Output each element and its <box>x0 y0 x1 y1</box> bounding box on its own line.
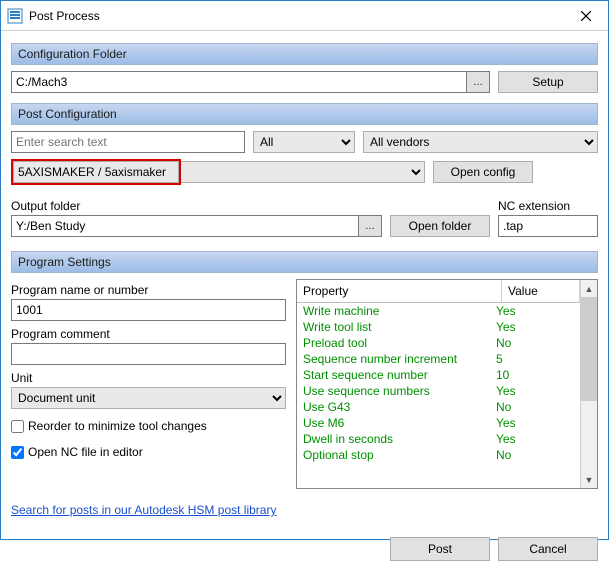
section-config-folder: Configuration Folder <box>11 43 598 65</box>
app-icon <box>7 8 23 24</box>
dialog-footer: Post Cancel <box>1 527 608 571</box>
property-value: 10 <box>496 368 574 382</box>
open-nc-label: Open NC file in editor <box>28 445 143 459</box>
property-name: Preload tool <box>303 336 496 350</box>
program-name-input[interactable] <box>11 299 286 321</box>
window-title: Post Process <box>29 9 564 23</box>
property-row[interactable]: Write tool listYes <box>297 319 580 335</box>
property-name: Use M6 <box>303 416 496 430</box>
properties-header: Property Value <box>297 280 580 303</box>
search-input[interactable] <box>11 131 245 153</box>
post-selected-text: 5AXISMAKER / 5axismaker <box>18 165 166 179</box>
open-nc-checkbox[interactable] <box>11 446 24 459</box>
cancel-button[interactable]: Cancel <box>498 537 598 561</box>
program-name-label: Program name or number <box>11 283 286 297</box>
property-row[interactable]: Optional stopNo <box>297 447 580 463</box>
library-search-link[interactable]: Search for posts in our Autodesk HSM pos… <box>11 495 276 517</box>
nc-ext-input[interactable] <box>498 215 598 237</box>
post-select[interactable] <box>181 161 425 183</box>
filter-all-select[interactable]: All <box>253 131 355 153</box>
highlight-box: 5AXISMAKER / 5axismaker <box>11 159 181 185</box>
property-value: No <box>496 400 574 414</box>
titlebar: Post Process <box>1 1 608 31</box>
scroll-thumb[interactable] <box>581 297 597 401</box>
unit-select[interactable]: Document unit <box>11 387 286 409</box>
close-button[interactable] <box>564 1 608 31</box>
property-row[interactable]: Sequence number increment5 <box>297 351 580 367</box>
output-folder-browse-button[interactable]: … <box>358 215 382 237</box>
property-value: Yes <box>496 384 574 398</box>
property-value: Yes <box>496 432 574 446</box>
post-button[interactable]: Post <box>390 537 490 561</box>
property-name: Dwell in seconds <box>303 432 496 446</box>
section-program-settings: Program Settings <box>11 251 598 273</box>
property-value: Yes <box>496 304 574 318</box>
unit-label: Unit <box>11 371 286 385</box>
scroll-down-icon[interactable]: ▼ <box>581 471 597 488</box>
property-row[interactable]: Dwell in secondsYes <box>297 431 580 447</box>
property-value: 5 <box>496 352 574 366</box>
property-row[interactable]: Write machineYes <box>297 303 580 319</box>
property-row[interactable]: Use sequence numbersYes <box>297 383 580 399</box>
properties-scrollbar[interactable]: ▲ ▼ <box>580 280 597 488</box>
reorder-label: Reorder to minimize tool changes <box>28 419 207 433</box>
property-value: Yes <box>496 416 574 430</box>
post-selected-display: 5AXISMAKER / 5axismaker <box>13 161 179 183</box>
property-row[interactable]: Use G43No <box>297 399 580 415</box>
close-icon <box>581 11 591 21</box>
output-folder-label: Output folder <box>11 199 490 213</box>
scroll-up-icon[interactable]: ▲ <box>581 280 597 297</box>
property-name: Use sequence numbers <box>303 384 496 398</box>
nc-ext-label: NC extension <box>498 199 598 213</box>
config-folder-browse-button[interactable]: … <box>466 71 490 93</box>
ellipsis-icon: … <box>473 77 483 88</box>
property-row[interactable]: Use M6Yes <box>297 415 580 431</box>
property-value: No <box>496 336 574 350</box>
property-name: Use G43 <box>303 400 496 414</box>
property-row[interactable]: Start sequence number10 <box>297 367 580 383</box>
program-comment-input[interactable] <box>11 343 286 365</box>
property-name: Start sequence number <box>303 368 496 382</box>
section-post-config: Post Configuration <box>11 103 598 125</box>
setup-button[interactable]: Setup <box>498 71 598 93</box>
program-comment-label: Program comment <box>11 327 286 341</box>
col-header-value[interactable]: Value <box>502 280 580 302</box>
post-process-dialog: Post Process Configuration Folder … Setu… <box>0 0 609 540</box>
open-folder-button[interactable]: Open folder <box>390 215 490 237</box>
property-name: Write machine <box>303 304 496 318</box>
property-name: Write tool list <box>303 320 496 334</box>
properties-grid: Property Value Write machineYesWrite too… <box>296 279 598 489</box>
property-value: Yes <box>496 320 574 334</box>
ellipsis-icon: … <box>365 221 375 232</box>
vendor-select[interactable]: All vendors <box>363 131 598 153</box>
reorder-checkbox[interactable] <box>11 420 24 433</box>
property-value: No <box>496 448 574 462</box>
property-name: Sequence number increment <box>303 352 496 366</box>
property-name: Optional stop <box>303 448 496 462</box>
output-folder-input[interactable] <box>11 215 358 237</box>
property-row[interactable]: Preload toolNo <box>297 335 580 351</box>
config-folder-input[interactable] <box>11 71 466 93</box>
col-header-property[interactable]: Property <box>297 280 502 302</box>
open-config-button[interactable]: Open config <box>433 161 533 183</box>
